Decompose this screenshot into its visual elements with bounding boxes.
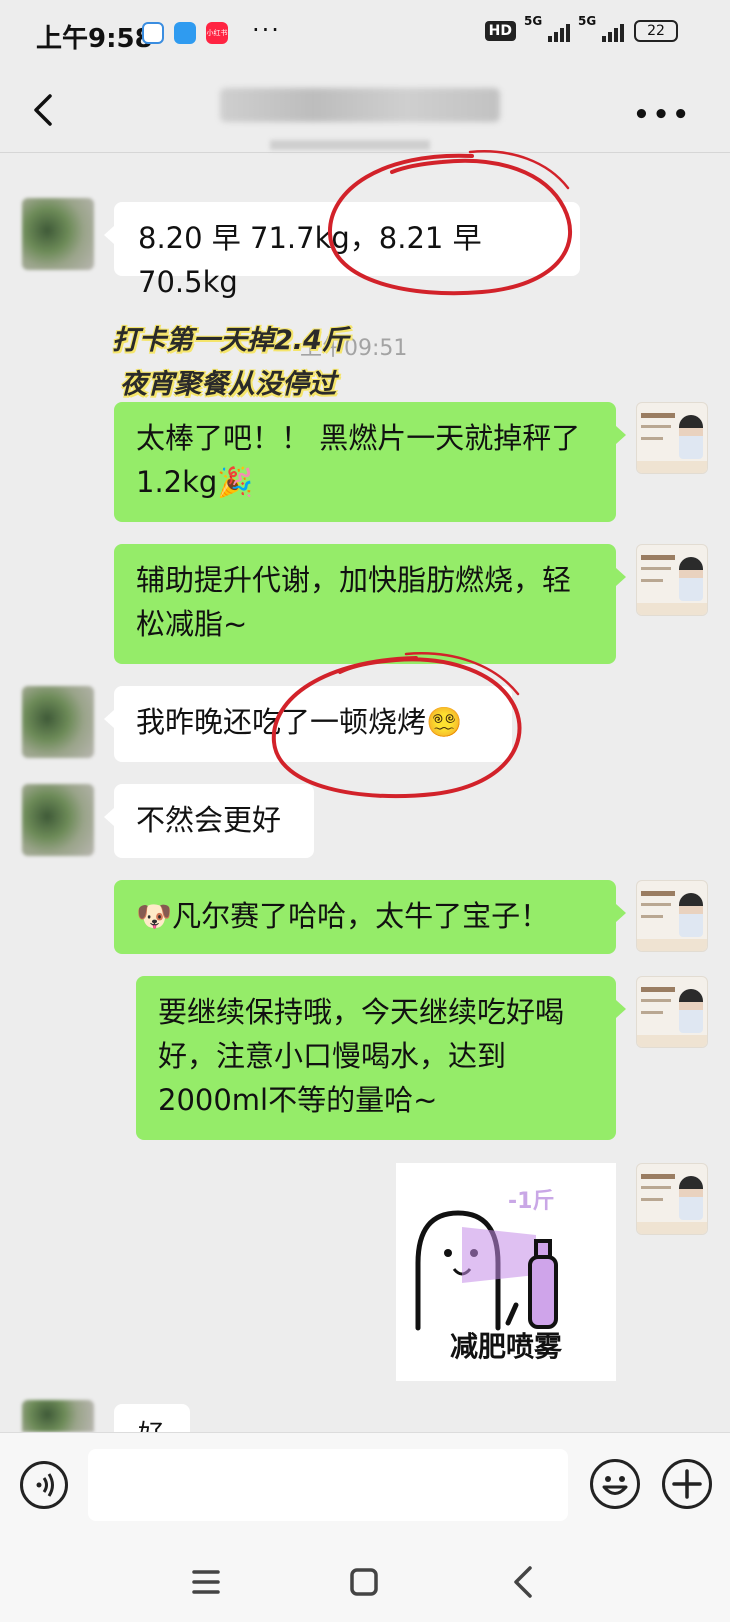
overlay-caption: 打卡第一天掉2.4斤	[112, 325, 349, 356]
message-bubble-left[interactable]: 不然会更好	[104, 784, 314, 858]
my-avatar[interactable]	[636, 880, 708, 952]
signal-2-icon: 5G	[578, 14, 624, 42]
message-text: 不然会更好	[136, 803, 282, 837]
message-bubble-right[interactable]: 🐶凡尔赛了哈哈，太牛了宝子！	[114, 880, 626, 954]
hd-voice-badge: HD	[484, 21, 516, 41]
emoji-button[interactable]	[590, 1459, 640, 1509]
voice-icon	[36, 1473, 54, 1497]
home-square-icon[interactable]	[340, 1558, 388, 1606]
message-bubble-left[interactable]: 我昨晚还吃了一顿烧烤😵‍💫	[104, 686, 512, 762]
message-text: 要继续保持哦，今天继续吃好喝好，注意小口慢喝水，达到2000ml不等的量哈~	[158, 995, 565, 1117]
contact-avatar[interactable]	[22, 686, 94, 758]
message-bubble-right[interactable]: 太棒了吧！！ 黑燃片一天就掉秤了1.2kg🎉	[114, 402, 626, 522]
more-functions-button[interactable]	[662, 1459, 712, 1509]
more-options-button[interactable]: •••	[633, 100, 692, 130]
blurred-partial-text	[270, 140, 430, 150]
my-avatar[interactable]	[636, 544, 708, 616]
message-text: 太棒了吧！！ 黑燃片一天就掉秤了1.2kg🎉	[136, 421, 581, 499]
contact-avatar[interactable]	[22, 1400, 94, 1432]
chat-title-blurred	[220, 88, 500, 122]
status-bar: 上午9:58 小红书 ··· HD 5G 5G 22	[0, 0, 730, 72]
xiaohongshu-icon: 小红书	[206, 22, 228, 44]
plus-icon	[672, 1469, 702, 1499]
my-avatar[interactable]	[636, 1163, 708, 1235]
overlay-caption: 夜宵聚餐从没停过	[120, 369, 336, 400]
ghost-spray-illustration	[415, 1210, 558, 1331]
system-navigation-bar	[0, 1540, 730, 1622]
message-bubble-left[interactable]: 好	[114, 1404, 190, 1432]
message-text: 8.20 早 71.7kg，8.21 早 70.5kg	[138, 221, 482, 299]
message-text: 我昨晚还吃了一顿烧烤😵‍💫	[136, 705, 463, 739]
contact-avatar[interactable]	[22, 784, 94, 856]
status-indicators: HD 5G 5G 22	[484, 14, 678, 42]
battery-indicator: 22	[634, 20, 678, 42]
input-bar	[0, 1432, 730, 1540]
back-triangle-icon[interactable]	[500, 1558, 548, 1606]
voice-input-button[interactable]	[20, 1461, 68, 1509]
qq-icon	[142, 22, 164, 44]
smiley-icon	[602, 1476, 628, 1495]
sticker-image[interactable]: -1斤 减肥喷雾	[396, 1163, 616, 1381]
message-bubble-left[interactable]: 8.20 早 71.7kg，8.21 早 70.5kg	[104, 202, 580, 299]
message-bubble-right[interactable]: 辅助提升代谢，加快脂肪燃烧，轻松减脂~	[114, 544, 626, 664]
back-arrow-icon[interactable]	[26, 90, 66, 130]
my-avatar[interactable]	[636, 402, 708, 474]
my-avatar[interactable]	[636, 976, 708, 1048]
message-input[interactable]	[88, 1449, 568, 1521]
menu-icon[interactable]	[182, 1558, 230, 1606]
contact-avatar[interactable]	[22, 198, 94, 270]
header-divider	[0, 152, 730, 153]
message-text: 🐶凡尔赛了哈哈，太牛了宝子！	[136, 899, 550, 933]
browser-icon	[174, 22, 196, 44]
more-notifications-icon: ···	[252, 16, 281, 44]
message-bubble-right[interactable]: 要继续保持哦，今天继续吃好喝好，注意小口慢喝水，达到2000ml不等的量哈~	[136, 976, 626, 1140]
status-time: 上午9:58	[36, 24, 153, 54]
message-text: 好	[138, 1414, 164, 1432]
signal-1-icon: 5G	[524, 14, 570, 42]
message-text: 辅助提升代谢，加快脂肪燃烧，轻松减脂~	[136, 563, 572, 641]
sticker-caption: 减肥喷雾	[449, 1330, 562, 1363]
